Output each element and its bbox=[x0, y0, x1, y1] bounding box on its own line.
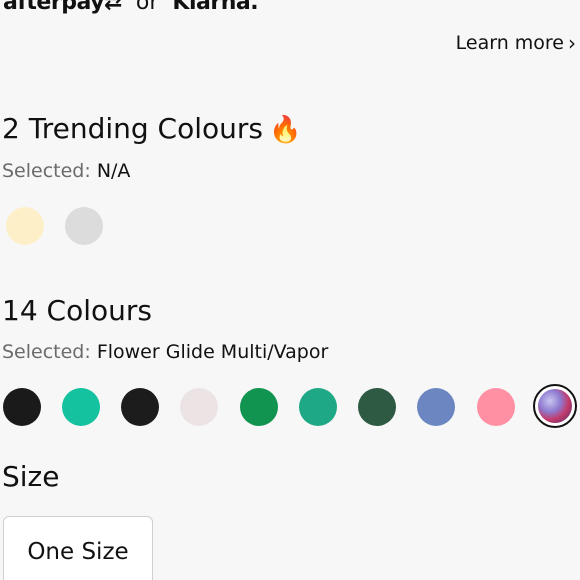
swatch-black-2[interactable] bbox=[121, 388, 159, 426]
swatch-periwinkle[interactable] bbox=[417, 388, 455, 426]
swatch-green-teal[interactable] bbox=[299, 388, 337, 426]
swatch-pale-pink[interactable] bbox=[180, 388, 218, 426]
swatch-pink[interactable] bbox=[477, 388, 515, 426]
size-option-one-size[interactable]: One Size bbox=[3, 516, 153, 580]
trending-selected-value: N/A bbox=[96, 160, 131, 182]
swatch-flower-glide-multi-vapor[interactable] bbox=[533, 384, 577, 428]
swatch-black-1[interactable] bbox=[3, 388, 41, 426]
size-title: Size bbox=[2, 460, 60, 493]
colours-selected-value: Flower Glide Multi/Vapor bbox=[96, 341, 329, 363]
swatch-teal[interactable] bbox=[62, 388, 100, 426]
chevron-right-icon: › bbox=[568, 31, 576, 55]
or-text: or bbox=[135, 0, 159, 15]
colours-title: 14 Colours bbox=[2, 294, 152, 327]
fire-icon: 🔥 bbox=[268, 115, 302, 145]
learn-more-label: Learn more bbox=[455, 32, 564, 54]
product-options-panel: afterpay⇄ or Klarna. Learn more › 2 Tren… bbox=[0, 0, 580, 580]
swatch-green[interactable] bbox=[240, 388, 278, 426]
swatch-dark-green[interactable] bbox=[358, 388, 396, 426]
colours-selected: Selected: Flower Glide Multi/Vapor bbox=[2, 341, 328, 363]
trending-colours-title: 2 Trending Colours 🔥 bbox=[2, 112, 302, 145]
swatch-trending-cream[interactable] bbox=[6, 207, 44, 245]
afterpay-logo: afterpay⇄ bbox=[3, 0, 122, 15]
learn-more-link[interactable]: Learn more › bbox=[456, 32, 576, 54]
klarna-logo: Klarna. bbox=[172, 0, 259, 15]
swatch-trending-light-grey[interactable] bbox=[65, 207, 103, 245]
trending-selected: Selected: N/A bbox=[2, 160, 130, 182]
colours-selected-label: Selected: bbox=[2, 341, 91, 363]
trending-selected-label: Selected: bbox=[2, 160, 91, 182]
swatch-selected-fill bbox=[538, 389, 572, 423]
payment-providers: afterpay⇄ or Klarna. bbox=[3, 0, 259, 15]
